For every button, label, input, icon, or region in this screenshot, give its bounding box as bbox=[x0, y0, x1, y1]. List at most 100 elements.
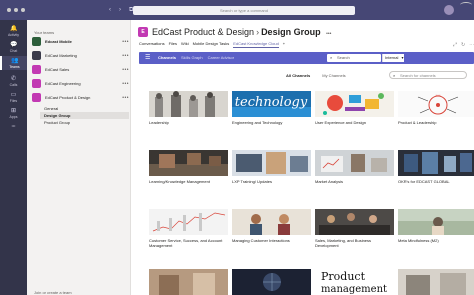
app-search-input[interactable]: ⌕ Search bbox=[327, 54, 381, 62]
channel-tile-image bbox=[149, 150, 228, 176]
channel-tile[interactable]: Customer Service, Success, and Account M… bbox=[149, 209, 228, 248]
more-icon[interactable]: ••• bbox=[326, 31, 331, 37]
tab-4[interactable]: EdCast Knowledge Cloud bbox=[233, 41, 279, 48]
team-item[interactable]: EdCast Sales ••• bbox=[32, 64, 129, 75]
team-name: EdCast Engineering bbox=[45, 81, 81, 86]
rail-chat[interactable]: 💬 Chat bbox=[0, 40, 27, 54]
channel-tile[interactable]: Market Analysis bbox=[315, 150, 394, 184]
join-team-link[interactable]: Join or create a team bbox=[34, 290, 72, 295]
channel-tile[interactable]: Product management bbox=[315, 269, 394, 295]
channel-tile-label: Engineering and Technology bbox=[232, 120, 283, 125]
channel-tile[interactable]: LXP Training/ Updates bbox=[232, 150, 311, 184]
tab-0[interactable]: Conversations bbox=[139, 41, 165, 48]
nav-skills-graph[interactable]: Skills Graph bbox=[181, 55, 203, 60]
channel-tile-label: Managing Customer Interactions bbox=[232, 238, 290, 243]
rail-files[interactable]: ▭ Files bbox=[0, 90, 27, 104]
team-name[interactable]: EdCast Product & Design bbox=[152, 27, 254, 37]
channel-tile[interactable]: • • • Product & Leadership bbox=[398, 91, 474, 125]
channel-tile-image bbox=[398, 150, 474, 176]
channel-product-group[interactable]: Product Group bbox=[44, 120, 70, 125]
command-search-input[interactable]: Search or type a command bbox=[133, 6, 355, 15]
more-icon[interactable]: ••• bbox=[122, 53, 129, 59]
channel-tile-label: Market Analysis bbox=[315, 179, 344, 184]
tab-1[interactable]: Files bbox=[169, 41, 177, 48]
channel-tile[interactable]: Managing Customer Interactions bbox=[232, 209, 311, 243]
menu-icon[interactable]: ☰ bbox=[145, 55, 150, 61]
rail-label: Activity bbox=[7, 33, 20, 37]
app-toolbar: ☰ Channels Skills Graph Career Advisor ⌕… bbox=[139, 52, 474, 64]
channel-tile[interactable] bbox=[232, 269, 311, 295]
channel-tile-image bbox=[398, 269, 474, 295]
phone-icon: ✆ bbox=[10, 76, 17, 82]
channel-tile[interactable] bbox=[398, 269, 474, 295]
more-icon[interactable]: ••• bbox=[122, 95, 129, 101]
channel-tile[interactable]: technology Engineering and Technology bbox=[232, 91, 311, 125]
channel-tile[interactable]: Meta Mindfulness (M2) bbox=[398, 209, 474, 243]
expand-icon[interactable]: ⤢ bbox=[453, 42, 457, 48]
tile-art-text: Product bbox=[321, 270, 366, 283]
channel-tile[interactable]: OKR's for EDCAST GLOBAL bbox=[398, 150, 474, 184]
scope-value: Internal bbox=[385, 55, 399, 60]
rail-teams[interactable]: 👥 Teams bbox=[0, 56, 27, 70]
channel-filter: All Channels My Channels bbox=[286, 73, 346, 78]
teams-heading: Your teams bbox=[34, 30, 55, 35]
rail-calls[interactable]: ✆ Calls bbox=[0, 74, 27, 88]
channel-tabs: Conversations Files Wiki Mobile Design Task… bbox=[139, 41, 285, 48]
channel-tile-image bbox=[232, 269, 311, 295]
tab-3[interactable]: Mobile Design Tasks bbox=[193, 41, 230, 48]
nav-channels[interactable]: Channels bbox=[158, 55, 176, 60]
team-name: EdCast Marketing bbox=[45, 53, 77, 58]
window-controls[interactable] bbox=[7, 8, 25, 12]
tab-2[interactable]: Wiki bbox=[181, 41, 189, 48]
channel-tile-image bbox=[149, 209, 228, 235]
team-item[interactable]: EdCast Engineering ••• bbox=[32, 78, 129, 89]
app-search-placeholder: Search bbox=[337, 55, 350, 60]
channel-tile-label: Leadership bbox=[149, 120, 169, 125]
team-avatar bbox=[32, 65, 41, 74]
rail-activity[interactable]: 🔔 Activity bbox=[0, 24, 27, 38]
more-icon[interactable]: ••• bbox=[122, 67, 129, 73]
team-item[interactable]: Edcast Mobile ••• bbox=[32, 36, 129, 47]
nav-career-advisor[interactable]: Career Advisor bbox=[208, 55, 234, 60]
channel-tile-image: Product management bbox=[315, 269, 394, 295]
avatar[interactable] bbox=[444, 5, 454, 15]
header-actions: ⤢ ↻ ⋯ bbox=[453, 42, 474, 48]
team-avatar: E bbox=[138, 27, 148, 37]
channel-tile-image: • • • bbox=[398, 91, 474, 117]
more-icon[interactable]: ••• bbox=[122, 39, 129, 45]
channel-tile-label: Sales, Marketing, and Business Developme… bbox=[315, 238, 372, 248]
refresh-icon[interactable]: ↻ bbox=[461, 42, 465, 48]
filter-my-channels[interactable]: My Channels bbox=[322, 73, 345, 78]
channel-tile[interactable]: Sales, Marketing, and Business Developme… bbox=[315, 209, 394, 248]
search-icon: ⌕ bbox=[330, 55, 333, 60]
channel-tile[interactable]: Learning/Knowledge Management bbox=[149, 150, 228, 184]
rail-label: Apps bbox=[9, 115, 18, 119]
history-nav: ‹ › ⧉ bbox=[109, 7, 133, 14]
channel-search-input[interactable]: ⌕ Search for channels bbox=[389, 71, 467, 79]
channel-tile-label: Learning/Knowledge Management bbox=[149, 179, 210, 184]
channel-tile[interactable]: Leadership bbox=[149, 91, 228, 125]
rail-apps[interactable]: ⊞ Apps bbox=[0, 106, 27, 120]
more-icon[interactable]: ••• bbox=[122, 81, 129, 87]
chevron-right-icon: › bbox=[256, 27, 260, 37]
teams-icon: 👥 bbox=[11, 58, 19, 64]
channel-tile[interactable] bbox=[149, 269, 228, 295]
more-options-icon[interactable]: ⋯ bbox=[469, 42, 474, 48]
channel-general[interactable]: General bbox=[44, 106, 58, 111]
filter-all-channels[interactable]: All Channels bbox=[286, 73, 310, 78]
channel-tile[interactable]: User Experience and Design bbox=[315, 91, 394, 125]
forward-arrow-icon[interactable]: › bbox=[119, 7, 121, 14]
team-item[interactable]: EdCast Product & Design ••• bbox=[32, 92, 129, 103]
channel-name: Design Group bbox=[261, 27, 321, 37]
rail-label: Teams bbox=[9, 65, 20, 69]
team-item[interactable]: EdCast Marketing ••• bbox=[32, 50, 129, 61]
tab-5[interactable]: + bbox=[283, 41, 285, 48]
app-nav: Channels Skills Graph Career Advisor bbox=[158, 55, 234, 60]
team-avatar bbox=[32, 37, 41, 46]
more-apps-icon[interactable]: ••• bbox=[0, 124, 27, 128]
back-arrow-icon[interactable]: ‹ bbox=[109, 7, 111, 14]
channel-design-group[interactable]: Design Group bbox=[40, 112, 129, 119]
page-title: EdCast Product & Design › Design Group ••• bbox=[152, 27, 331, 37]
scope-select[interactable]: Internal ▾ bbox=[382, 54, 404, 62]
channel-tile-image bbox=[315, 150, 394, 176]
